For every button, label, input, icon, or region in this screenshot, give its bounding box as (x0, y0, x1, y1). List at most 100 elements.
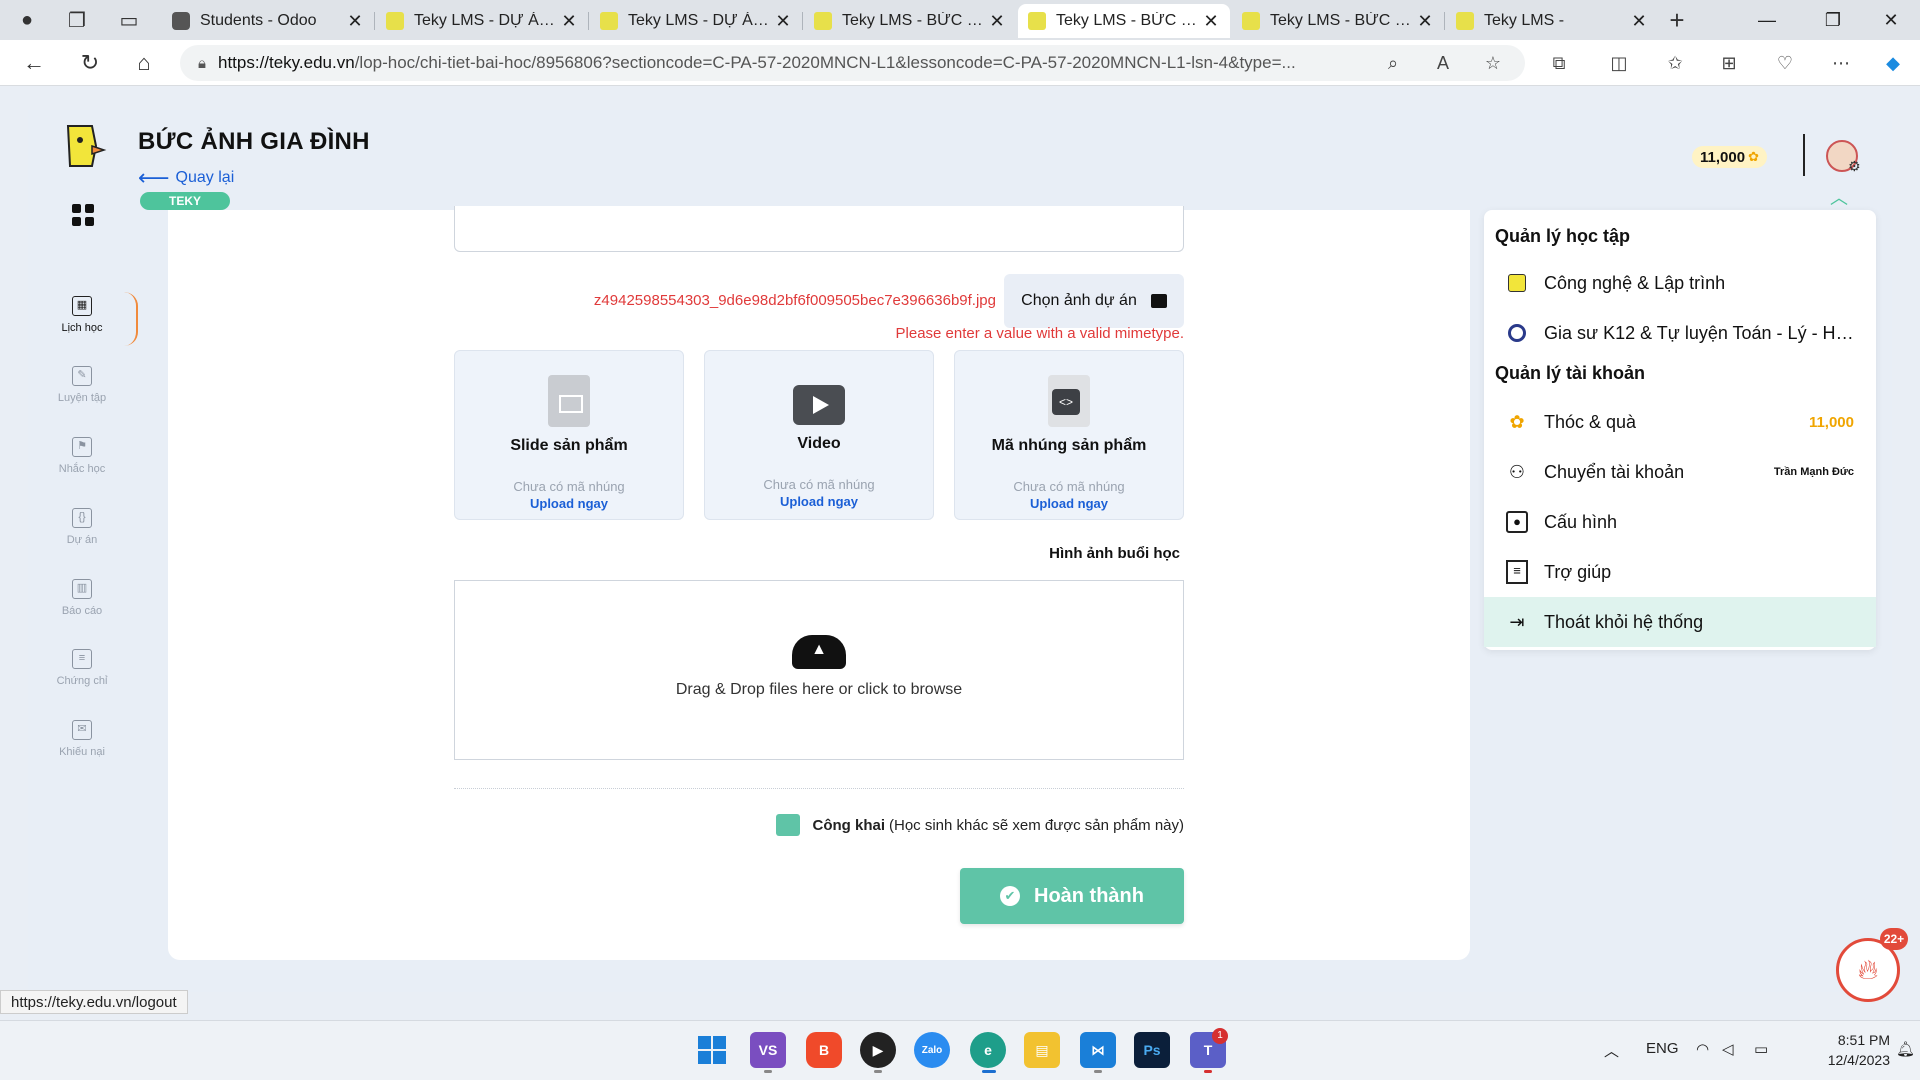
back-icon[interactable]: ← (18, 48, 50, 78)
teky-icon (814, 12, 832, 30)
split-screen-icon[interactable]: ◫ (1604, 48, 1634, 78)
photoshop-icon[interactable]: Ps (1134, 1032, 1170, 1068)
reload-icon[interactable]: ↻ (74, 48, 106, 78)
image-dropzone[interactable]: Drag & Drop files here or click to brows… (454, 580, 1184, 760)
edge-browser-icon[interactable]: e (970, 1032, 1006, 1068)
tab-teky-6[interactable]: Teky LMS - ✕ (1446, 4, 1658, 38)
tab-title: Teky LMS - DỰ ÁN LỚP (414, 12, 560, 29)
sidebar-item-nhac-hoc[interactable]: ⚑ Nhắc học (40, 437, 124, 475)
upload-link[interactable]: Upload ngay (705, 494, 933, 509)
new-tab-icon[interactable]: + (1664, 5, 1690, 35)
more-icon[interactable]: ⋯ (1826, 48, 1856, 78)
menu-item-cong-nghe[interactable]: Công nghệ & Lập trình (1484, 258, 1876, 308)
switch-user-icon: ⚇ (1508, 461, 1526, 482)
favorites-icon[interactable]: ✩ (1660, 48, 1690, 78)
teky-icon (1028, 12, 1046, 30)
gear-icon: ⚙ (1848, 158, 1861, 174)
public-checkbox[interactable] (776, 814, 801, 836)
tab-teky-1[interactable]: Teky LMS - DỰ ÁN LỚP ✕ (376, 4, 588, 38)
menu-item-value: Trần Mạnh Đức (1773, 466, 1854, 478)
card-status: Chưa có mã nhúng (1013, 479, 1125, 494)
read-aloud-icon[interactable]: A (1428, 48, 1458, 78)
sidebar-item-lich-hoc[interactable]: ▦ Lịch học (40, 296, 124, 334)
tab-actions-icon[interactable]: ▭ (116, 8, 142, 32)
menu-item-tro-giup[interactable]: ≡ Trợ giúp (1484, 547, 1876, 597)
coin-amount: 11,000 (1700, 148, 1746, 166)
sidebar-item-du-an[interactable]: {} Dự án (40, 508, 124, 546)
teky-icon (1242, 12, 1260, 30)
brave-browser-icon[interactable]: B (806, 1032, 842, 1068)
language-indicator[interactable]: ENG (1646, 1040, 1679, 1057)
close-icon[interactable]: ✕ (560, 11, 578, 32)
grain-icon: ✿ (1509, 411, 1525, 432)
collections-icon[interactable]: ⊞ (1714, 48, 1744, 78)
video-play-icon (793, 385, 845, 425)
tab-teky-2[interactable]: Teky LMS - DỰ ÁN LỚP ✕ (590, 4, 802, 38)
volume-icon[interactable]: ◁ (1722, 1040, 1734, 1058)
zoom-icon[interactable]: ⌕ (1378, 48, 1408, 78)
close-icon[interactable]: ✕ (1202, 11, 1220, 32)
window-close-icon[interactable]: ✕ (1868, 6, 1914, 34)
sidebar-item-khieu-nai[interactable]: ✉ Khiếu nại (40, 720, 124, 758)
profile-icon[interactable]: ● (14, 8, 40, 32)
close-icon[interactable]: ✕ (774, 11, 792, 32)
menu-item-label: Thoát khỏi hệ thống (1544, 611, 1704, 632)
close-icon[interactable]: ✕ (346, 11, 364, 32)
tab-students-odoo[interactable]: Students - Odoo ✕ (162, 4, 374, 38)
performance-icon[interactable]: ♡ (1770, 48, 1800, 78)
battery-icon[interactable]: ▭ (1754, 1040, 1768, 1058)
copilot-icon[interactable]: ◆ (1878, 48, 1908, 78)
close-icon[interactable]: ✕ (1416, 11, 1434, 32)
close-icon[interactable]: ✕ (988, 11, 1006, 32)
code-embed-card[interactable]: Mã nhúng sản phẩm Chưa có mã nhúng Uploa… (954, 350, 1184, 520)
tab-teky-active[interactable]: Teky LMS - BỨC ẢNH GIA ✕ (1018, 4, 1230, 38)
close-icon[interactable]: ✕ (1630, 11, 1648, 32)
zalo-icon[interactable]: Zalo (914, 1032, 950, 1068)
menu-item-logout[interactable]: ⇥ Thoát khỏi hệ thống (1484, 597, 1876, 647)
sidebar-item-chung-chi[interactable]: ≡ Chứng chỉ (40, 649, 124, 687)
sidebar-item-bao-cao[interactable]: ▥ Báo cáo (40, 579, 124, 617)
menu-item-chuyen-tai-khoan[interactable]: ⚇ Chuyển tài khoản Trần Mạnh Đức (1484, 447, 1876, 497)
sidebar-item-luyen-tap[interactable]: ✎ Luyện tập (40, 366, 124, 404)
menu-item-cau-hinh[interactable]: ● Cấu hình (1484, 497, 1876, 547)
sidebar-item-label: Dự án (66, 534, 98, 546)
start-menu-icon[interactable] (694, 1032, 730, 1068)
coin-balance[interactable]: 11,000 ✿ (1692, 146, 1767, 168)
extensions-icon[interactable]: ⧉ (1544, 48, 1574, 78)
session-images-label: Hình ảnh buổi học (1049, 545, 1180, 562)
wifi-icon[interactable]: ◠ (1696, 1040, 1709, 1058)
vscode-icon[interactable]: ⋈ (1080, 1032, 1116, 1068)
url-field[interactable]: 🔒︎ https://teky.edu.vn/lop-hoc/chi-tiet-… (180, 45, 1525, 81)
apps-grid-icon[interactable] (72, 204, 94, 226)
tab-teky-5[interactable]: Teky LMS - BỨC ẢNH GIA ✕ (1232, 4, 1444, 38)
media-player-icon[interactable]: ▶ (860, 1032, 896, 1068)
tab-teky-3[interactable]: Teky LMS - BỨC ẢNH GIA ✕ (804, 4, 1016, 38)
sidebar-item-label: Khiếu nại (59, 746, 105, 758)
upload-link[interactable]: Upload ngay (955, 496, 1183, 511)
chevron-up-icon[interactable]: ︿ (1604, 1040, 1619, 1061)
video-embed-card[interactable]: Video Chưa có mã nhúng Upload ngay (704, 350, 934, 520)
slide-file-icon (548, 375, 590, 427)
favorite-star-icon[interactable]: ☆ (1478, 48, 1508, 78)
teky-logo[interactable] (56, 122, 108, 170)
tab-title: Teky LMS - BỨC ẢNH GIA (1056, 12, 1202, 29)
notification-bell-icon[interactable]: 🔔︎ (1896, 1040, 1915, 1058)
back-link[interactable]: ⟵ Quay lại (138, 165, 234, 191)
finish-button[interactable]: ✔ Hoàn thành (960, 868, 1184, 924)
upload-link[interactable]: Upload ngay (455, 496, 683, 511)
public-toggle-row: Công khai (Học sinh khác sẽ xem được sản… (740, 814, 1184, 836)
sidebar-item-label: Nhắc học (58, 463, 106, 475)
slide-embed-card[interactable]: Slide sản phẩm Chưa có mã nhúng Upload n… (454, 350, 684, 520)
menu-item-gia-su[interactable]: Gia sư K12 & Tự luyện Toán - Lý - Hóa... (1484, 308, 1876, 358)
visual-studio-icon[interactable]: VS (750, 1032, 786, 1068)
home-icon[interactable]: ⌂ (128, 48, 160, 78)
system-clock[interactable]: 8:51 PM 12/4/2023 (1790, 1030, 1890, 1070)
tab-title: Teky LMS - (1484, 12, 1565, 29)
description-textarea[interactable] (454, 206, 1184, 252)
menu-item-thoc-qua[interactable]: ✿ Thóc & quà 11,000 (1484, 397, 1876, 447)
workspaces-icon[interactable]: ❐ (64, 8, 90, 32)
file-explorer-icon[interactable]: ▤ (1024, 1032, 1060, 1068)
restore-icon[interactable]: ❐ (1810, 6, 1856, 34)
choose-image-button[interactable]: Chọn ảnh dự án (1004, 274, 1184, 328)
minimize-icon[interactable]: — (1744, 6, 1790, 34)
